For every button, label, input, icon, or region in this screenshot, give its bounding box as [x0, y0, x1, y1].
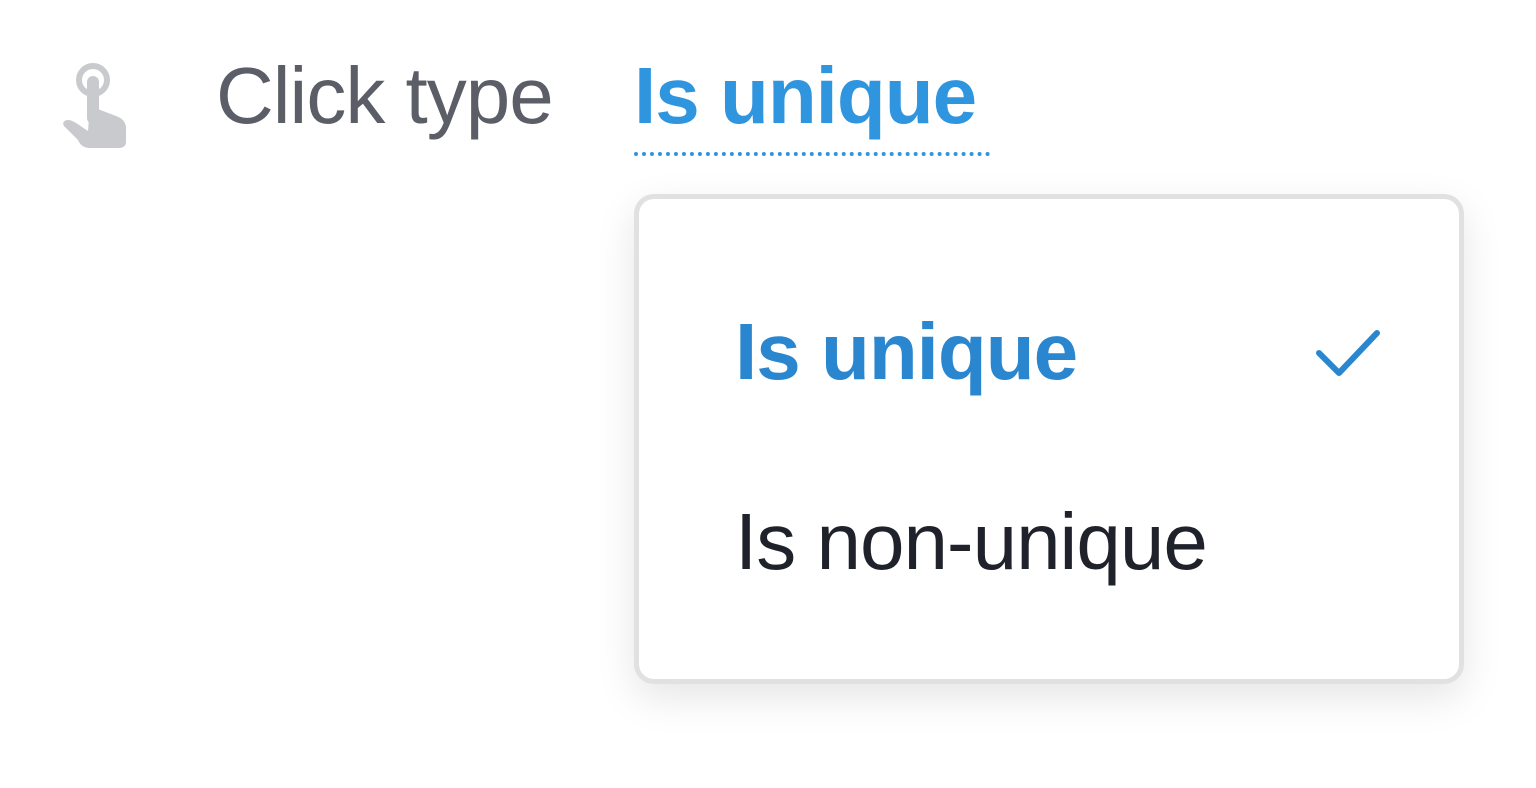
option-label: Is non-unique: [735, 497, 1208, 586]
dropdown-option-is-non-unique[interactable]: Is non-unique: [735, 487, 1375, 597]
filter-value-underline: [634, 152, 990, 156]
option-label: Is unique: [735, 307, 1078, 396]
pointer-hand-icon: [63, 63, 126, 148]
dropdown-option-is-unique[interactable]: Is unique: [735, 297, 1375, 407]
filter-label: Click type: [216, 51, 554, 140]
click-type-dropdown: Is unique Is non-unique: [634, 194, 1464, 684]
checkmark-icon: [1316, 330, 1380, 376]
filter-value-toggle[interactable]: Is unique: [634, 50, 977, 142]
